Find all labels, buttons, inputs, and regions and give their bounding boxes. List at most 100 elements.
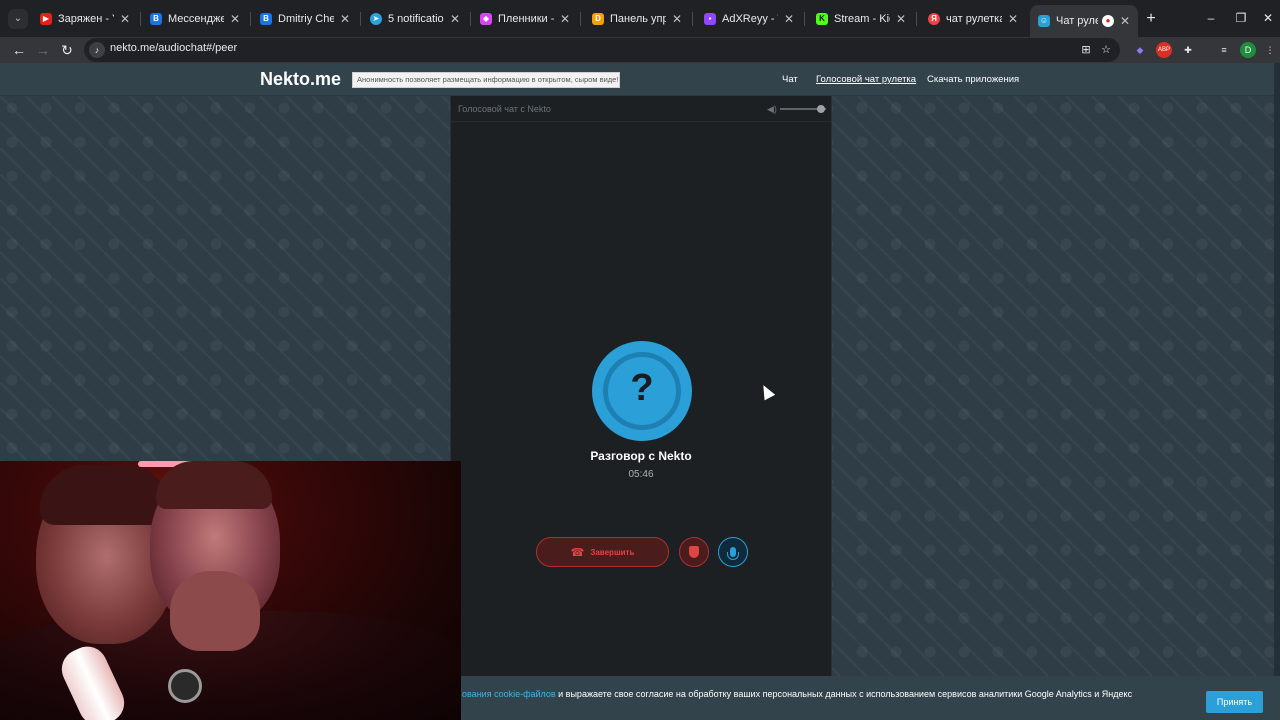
panel-header: Голосовой чат с Nekto ◀) <box>451 96 831 122</box>
tab-divider <box>470 12 471 26</box>
cookie-consent-text: и выражаете свое согласие на обработку в… <box>555 689 1133 699</box>
peer-avatar: ? <box>592 341 692 441</box>
tab-title: Мессенджер <box>168 13 224 25</box>
tab-notifications[interactable]: ➤ 5 notifications ✕ <box>362 8 468 30</box>
close-tab-icon[interactable]: ✕ <box>558 12 572 26</box>
shield-icon <box>689 546 699 558</box>
close-tab-icon[interactable]: ✕ <box>782 12 796 26</box>
tab-title: Чат рулетка г <box>1056 15 1098 27</box>
tab-divider <box>250 12 251 26</box>
site-header: Nekto.me Анонимность позволяет размещать… <box>0 63 1280 96</box>
tab-divider <box>580 12 581 26</box>
tab-title: 5 notifications <box>388 13 444 25</box>
back-button[interactable]: ← <box>9 40 29 60</box>
reload-button[interactable]: ↻ <box>57 40 77 60</box>
tab-title: Stream - Kick Da <box>834 13 890 25</box>
volume-slider-thumb[interactable] <box>817 105 825 113</box>
tab-divider <box>692 12 693 26</box>
close-tab-icon[interactable]: ✕ <box>1118 14 1132 28</box>
profile-avatar[interactable]: D <box>1240 42 1256 58</box>
browser-tab-strip: ⌄ ▶ Заряжен - YouTube ✕ В Мессенджер ✕ В… <box>0 0 1280 37</box>
reading-list-icon[interactable]: ≡ <box>1216 42 1232 58</box>
browser-toolbar: ← → ↻ ♪ nekto.me/audiochat#/peer ⊞ ☆ ◆ A… <box>0 37 1280 63</box>
cookie-policy-link[interactable]: ования cookie-файлов <box>462 689 556 699</box>
restore-button[interactable]: ❐ <box>1226 8 1256 28</box>
tab-nekto-active[interactable]: ☺ Чат рулетка г ● ✕ <box>1030 5 1138 37</box>
tab-title: Заряжен - YouTube <box>58 13 114 25</box>
close-tab-icon[interactable]: ✕ <box>118 12 132 26</box>
panel-title: Голосовой чат с Nekto <box>458 104 551 114</box>
microphone-button[interactable] <box>718 537 748 567</box>
telegram-icon: ➤ <box>370 13 382 25</box>
vk-icon: В <box>150 13 162 25</box>
close-tab-icon[interactable]: ✕ <box>894 12 908 26</box>
new-tab-button[interactable]: + <box>1142 9 1160 29</box>
nav-chat-link[interactable]: Чат <box>782 74 798 85</box>
tab-messenger[interactable]: В Мессенджер ✕ <box>142 8 248 30</box>
minimize-button[interactable]: – <box>1196 8 1226 28</box>
tab-title: Dmitriy Chernov <box>278 13 334 25</box>
forward-button[interactable]: → <box>33 40 53 60</box>
question-mark-icon: ? <box>630 367 654 409</box>
close-tab-icon[interactable]: ✕ <box>670 12 684 26</box>
page-scrollbar[interactable] <box>1274 63 1280 720</box>
vk-icon: В <box>260 13 272 25</box>
webcam-wristwatch <box>168 669 202 703</box>
install-app-icon[interactable]: ⊞ <box>1078 42 1094 58</box>
microphone-icon <box>727 547 739 560</box>
close-tab-icon[interactable]: ✕ <box>228 12 242 26</box>
donation-icon: D <box>592 13 604 25</box>
report-button[interactable] <box>679 537 709 567</box>
url-text[interactable]: nekto.me/audiochat#/peer <box>110 42 237 54</box>
tab-dmitriy[interactable]: В Dmitriy Chernov ✕ <box>252 8 358 30</box>
end-call-button[interactable]: ☎ Завершить <box>536 537 669 567</box>
tab-search-icon[interactable]: ⌄ <box>8 9 28 29</box>
voice-call-panel: Голосовой чат с Nekto ◀) ? Разговор с Ne… <box>450 96 832 720</box>
end-call-label: Завершить <box>590 547 635 557</box>
tab-twitch[interactable]: ▪ AdXReyy - Twitch ✕ <box>696 8 802 30</box>
close-window-button[interactable]: ✕ <box>1256 8 1280 28</box>
browser-menu-icon[interactable]: ⋮ <box>1262 42 1278 58</box>
tab-divider <box>916 12 917 26</box>
conversation-title: Разговор с Nekto <box>590 449 692 463</box>
tab-plenniki[interactable]: ◆ Пленники - смот ✕ <box>472 8 578 30</box>
tab-dashboard[interactable]: D Панель управле ✕ <box>584 8 690 30</box>
webcam-overlay <box>0 461 461 720</box>
close-tab-icon[interactable]: ✕ <box>338 12 352 26</box>
tab-title: AdXReyy - Twitch <box>722 13 778 25</box>
hang-up-icon: ☎ <box>570 546 585 559</box>
volume-icon[interactable]: ◀) <box>767 104 779 115</box>
youtube-icon: ▶ <box>40 13 52 25</box>
cookie-text: ования cookie-файлов и выражаете свое со… <box>462 689 1132 699</box>
close-tab-icon[interactable]: ✕ <box>448 12 462 26</box>
tab-kick[interactable]: K Stream - Kick Da ✕ <box>808 8 914 30</box>
bookmark-star-icon[interactable]: ☆ <box>1098 42 1114 58</box>
adblock-icon[interactable]: ABP <box>1156 42 1172 58</box>
extensions-puzzle-icon[interactable]: ✚ <box>1180 42 1196 58</box>
extension-icon[interactable]: ◆ <box>1132 42 1148 58</box>
video-site-icon: ◆ <box>480 13 492 25</box>
nav-download-link[interactable]: Скачать приложения <box>927 74 1019 85</box>
webcam-hair-right <box>156 461 272 509</box>
recording-icon: ● <box>1102 15 1114 27</box>
site-logo[interactable]: Nekto.me <box>260 69 341 90</box>
tab-divider <box>360 12 361 26</box>
tab-title: Панель управле <box>610 13 666 25</box>
webcam-hand <box>170 571 260 651</box>
nav-voice-chat-link[interactable]: Голосовой чат рулетка <box>816 74 916 85</box>
tab-divider <box>140 12 141 26</box>
address-bar[interactable]: ♪ nekto.me/audiochat#/peer ⊞ ☆ <box>84 38 1120 62</box>
tab-yandex-search[interactable]: Я чат рулетка голо ✕ <box>920 8 1026 30</box>
close-tab-icon[interactable]: ✕ <box>1006 12 1020 26</box>
tab-youtube[interactable]: ▶ Заряжен - YouTube ✕ <box>32 8 138 30</box>
tab-title: чат рулетка голо <box>946 13 1002 25</box>
nekto-icon: ☺ <box>1038 15 1050 27</box>
yandex-icon: Я <box>928 13 940 25</box>
accept-cookies-button[interactable]: Принять <box>1206 691 1263 713</box>
anonymity-banner: Анонимность позволяет размещать информац… <box>352 72 620 88</box>
kick-icon: K <box>816 13 828 25</box>
webcam-hair-left <box>40 465 170 525</box>
call-timer: 05:46 <box>628 469 654 480</box>
tab-divider <box>804 12 805 26</box>
site-info-icon[interactable]: ♪ <box>89 42 105 58</box>
